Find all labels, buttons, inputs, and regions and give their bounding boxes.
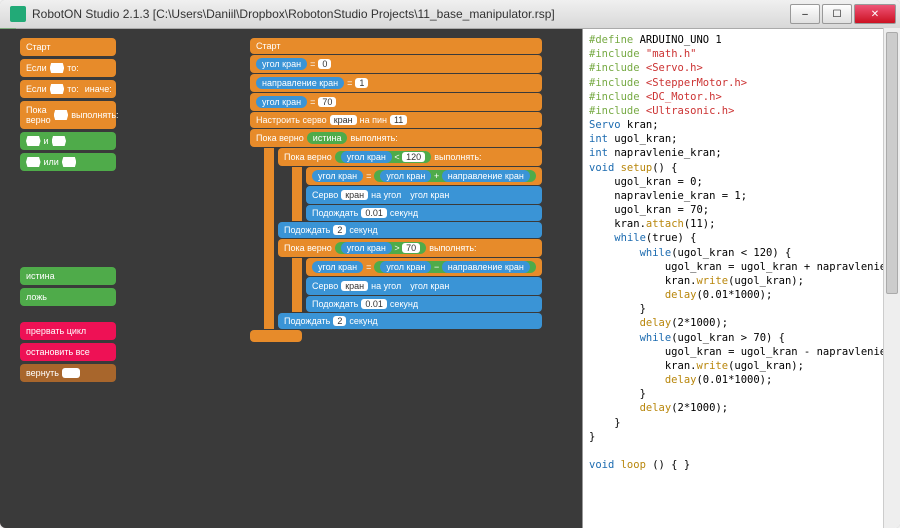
palette-if[interactable]: Если то: — [20, 59, 116, 77]
block-set-dir: направление кран=1 — [250, 74, 542, 92]
script-canvas[interactable]: Старт угол кран=0 направление кран=1 уго… — [120, 29, 582, 528]
block-while-gt: Пока верноугол кран > 70выполнять: — [278, 239, 542, 257]
vertical-scrollbar[interactable] — [883, 28, 900, 528]
block-servo-write2: Сервокранна уголугол кран — [306, 277, 542, 295]
block-wait4: Подождать2секунд — [278, 313, 542, 329]
window-title: RobotON Studio 2.1.3 [C:\Users\Daniil\Dr… — [32, 7, 790, 21]
app-window: RobotON Studio 2.1.3 [C:\Users\Daniil\Dr… — [0, 0, 900, 528]
palette-false[interactable]: ложь — [20, 288, 116, 306]
palette-break[interactable]: прервать цикл — [20, 322, 116, 340]
palette-true[interactable]: истина — [20, 267, 116, 285]
palette-or[interactable]: или — [20, 153, 116, 171]
app-icon — [10, 6, 26, 22]
app-body: Старт Если то: Если то:иначе: Пока верно… — [0, 29, 900, 528]
block-set-angle70: угол кран=70 — [250, 93, 542, 111]
block-palette: Старт Если то: Если то:иначе: Пока верно… — [0, 29, 120, 528]
maximize-button[interactable]: ☐ — [822, 4, 852, 24]
block-incr: угол кран=угол кран + направление кран — [306, 167, 542, 185]
titlebar: RobotON Studio 2.1.3 [C:\Users\Daniil\Dr… — [0, 0, 900, 29]
block-start: Старт — [250, 38, 542, 54]
block-wait: Подождать0.01секунд — [306, 205, 542, 221]
palette-stop-all[interactable]: остановить все — [20, 343, 116, 361]
block-while-lt: Пока верноугол кран < 120выполнять: — [278, 148, 542, 166]
close-button[interactable]: ✕ — [854, 4, 896, 24]
palette-if-else[interactable]: Если то:иначе: — [20, 80, 116, 98]
block-while-true: Пока верноистинавыполнять: — [250, 129, 542, 147]
block-end — [250, 330, 302, 342]
block-setup-servo: Настроить сервокранна пин11 — [250, 112, 542, 128]
block-wait3: Подождать0.01секунд — [306, 296, 542, 312]
palette-return[interactable]: вернуть — [20, 364, 116, 382]
scrollbar-thumb[interactable] — [886, 32, 898, 294]
code-text: #define ARDUINO_UNO 1 #include "math.h" … — [589, 33, 894, 472]
palette-start[interactable]: Старт — [20, 38, 116, 56]
block-set-angle: угол кран=0 — [250, 55, 542, 73]
block-servo-write: Сервокранна уголугол кран — [306, 186, 542, 204]
block-decr: угол кран=угол кран − направление кран — [306, 258, 542, 276]
palette-while[interactable]: Пока верно выполнять: — [20, 101, 116, 129]
minimize-button[interactable]: – — [790, 4, 820, 24]
block-wait2: Подождать2секунд — [278, 222, 542, 238]
script-stack[interactable]: Старт угол кран=0 направление кран=1 уго… — [250, 37, 542, 342]
palette-and[interactable]: и — [20, 132, 116, 150]
code-panel[interactable]: </> 💾 ▶ ▣ #define ARDUINO_UNO 1 #include… — [582, 29, 900, 528]
window-controls: – ☐ ✕ — [790, 4, 896, 24]
